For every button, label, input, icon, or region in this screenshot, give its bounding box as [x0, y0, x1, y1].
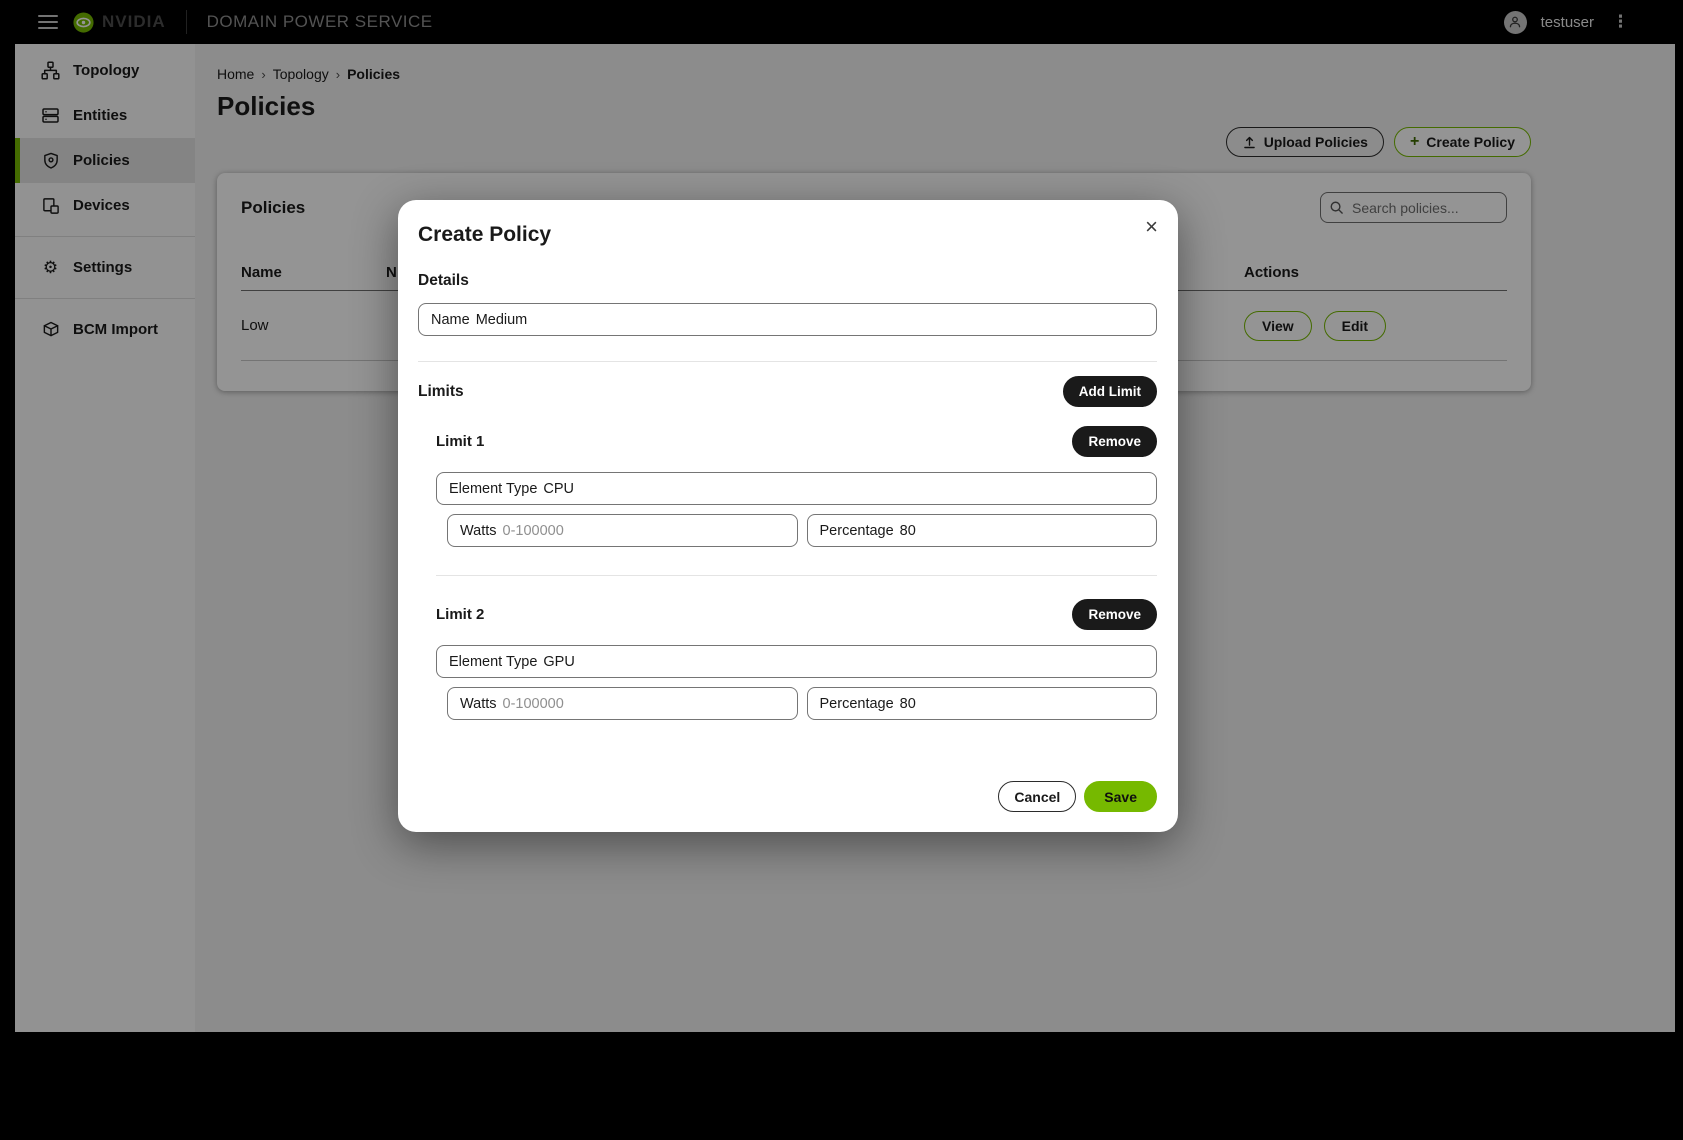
watts-placeholder: 0-100000: [503, 696, 564, 712]
name-input[interactable]: Name Medium: [418, 303, 1157, 336]
close-icon[interactable]: ×: [1145, 216, 1158, 238]
limit-block-1: Limit 1 Remove Element Type CPU Watts 0-…: [436, 426, 1157, 547]
limit-title: Limit 1: [436, 433, 484, 450]
watts-input[interactable]: Watts 0-100000: [447, 687, 798, 720]
limit-block-2: Limit 2 Remove Element Type GPU Watts 0-…: [436, 599, 1157, 720]
limit-title: Limit 2: [436, 606, 484, 623]
percentage-label: Percentage: [820, 523, 894, 539]
percentage-input[interactable]: Percentage 80: [807, 514, 1158, 547]
element-type-select[interactable]: Element Type GPU: [436, 645, 1157, 678]
limits-heading: Limits: [418, 383, 464, 401]
limit-divider: [436, 575, 1157, 576]
cancel-button[interactable]: Cancel: [998, 781, 1076, 812]
name-value: Medium: [476, 312, 528, 328]
watts-label: Watts: [460, 696, 497, 712]
remove-limit-button[interactable]: Remove: [1072, 426, 1157, 457]
percentage-value: 80: [900, 696, 916, 712]
create-policy-modal: × Create Policy Details Name Medium Limi…: [398, 200, 1178, 832]
element-type-label: Element Type: [449, 654, 537, 670]
modal-title: Create Policy: [418, 223, 1157, 247]
add-limit-button[interactable]: Add Limit: [1063, 376, 1157, 407]
save-button[interactable]: Save: [1084, 781, 1157, 812]
watts-placeholder: 0-100000: [503, 523, 564, 539]
name-label: Name: [431, 312, 470, 328]
percentage-label: Percentage: [820, 696, 894, 712]
watts-label: Watts: [460, 523, 497, 539]
modal-divider: [418, 361, 1157, 362]
watts-input[interactable]: Watts 0-100000: [447, 514, 798, 547]
element-type-select[interactable]: Element Type CPU: [436, 472, 1157, 505]
details-heading: Details: [418, 272, 1157, 290]
remove-limit-button[interactable]: Remove: [1072, 599, 1157, 630]
element-type-value: CPU: [543, 481, 574, 497]
percentage-value: 80: [900, 523, 916, 539]
element-type-label: Element Type: [449, 481, 537, 497]
element-type-value: GPU: [543, 654, 574, 670]
percentage-input[interactable]: Percentage 80: [807, 687, 1158, 720]
